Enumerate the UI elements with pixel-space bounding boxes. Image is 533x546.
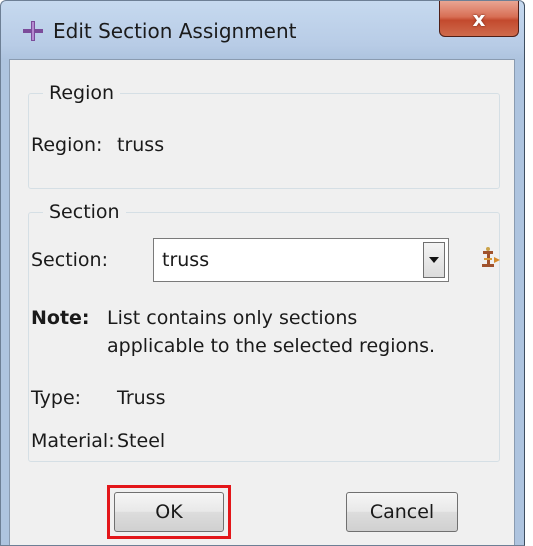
edit-section-assignment-dialog: Edit Section Assignment x Region Region:… xyxy=(0,0,525,546)
section-manager-icon[interactable] xyxy=(479,247,501,271)
abaqus-plus-icon xyxy=(23,21,43,41)
chevron-down-icon[interactable] xyxy=(423,242,445,278)
region-value: truss xyxy=(117,134,165,156)
region-group-legend: Region xyxy=(43,79,121,107)
section-group: Section Section: truss Note: List contai… xyxy=(28,198,501,462)
close-icon: x xyxy=(472,6,486,31)
type-label: Type: xyxy=(31,387,82,409)
note-label: Note: xyxy=(31,307,90,329)
title-bar[interactable]: Edit Section Assignment x xyxy=(1,1,524,57)
section-label: Section: xyxy=(31,249,108,271)
dialog-title: Edit Section Assignment xyxy=(53,19,297,43)
type-value: Truss xyxy=(117,387,166,409)
cancel-button[interactable]: Cancel xyxy=(346,492,458,532)
region-label: Region: xyxy=(31,134,103,156)
ok-button-highlight xyxy=(107,485,231,539)
note-line-1: List contains only sections xyxy=(107,307,358,329)
region-group: Region Region: truss xyxy=(28,79,500,189)
section-group-legend: Section xyxy=(43,198,126,226)
section-dropdown-value: truss xyxy=(162,249,210,271)
note-line-2: applicable to the selected regions. xyxy=(107,335,436,357)
section-dropdown[interactable]: truss xyxy=(153,238,449,282)
close-button[interactable]: x xyxy=(439,1,519,37)
dialog-body: Region Region: truss Section Section: tr… xyxy=(9,59,515,545)
dropdown-arrow-glyph xyxy=(429,257,439,263)
material-label: Material: xyxy=(31,430,115,452)
material-value: Steel xyxy=(117,430,166,452)
